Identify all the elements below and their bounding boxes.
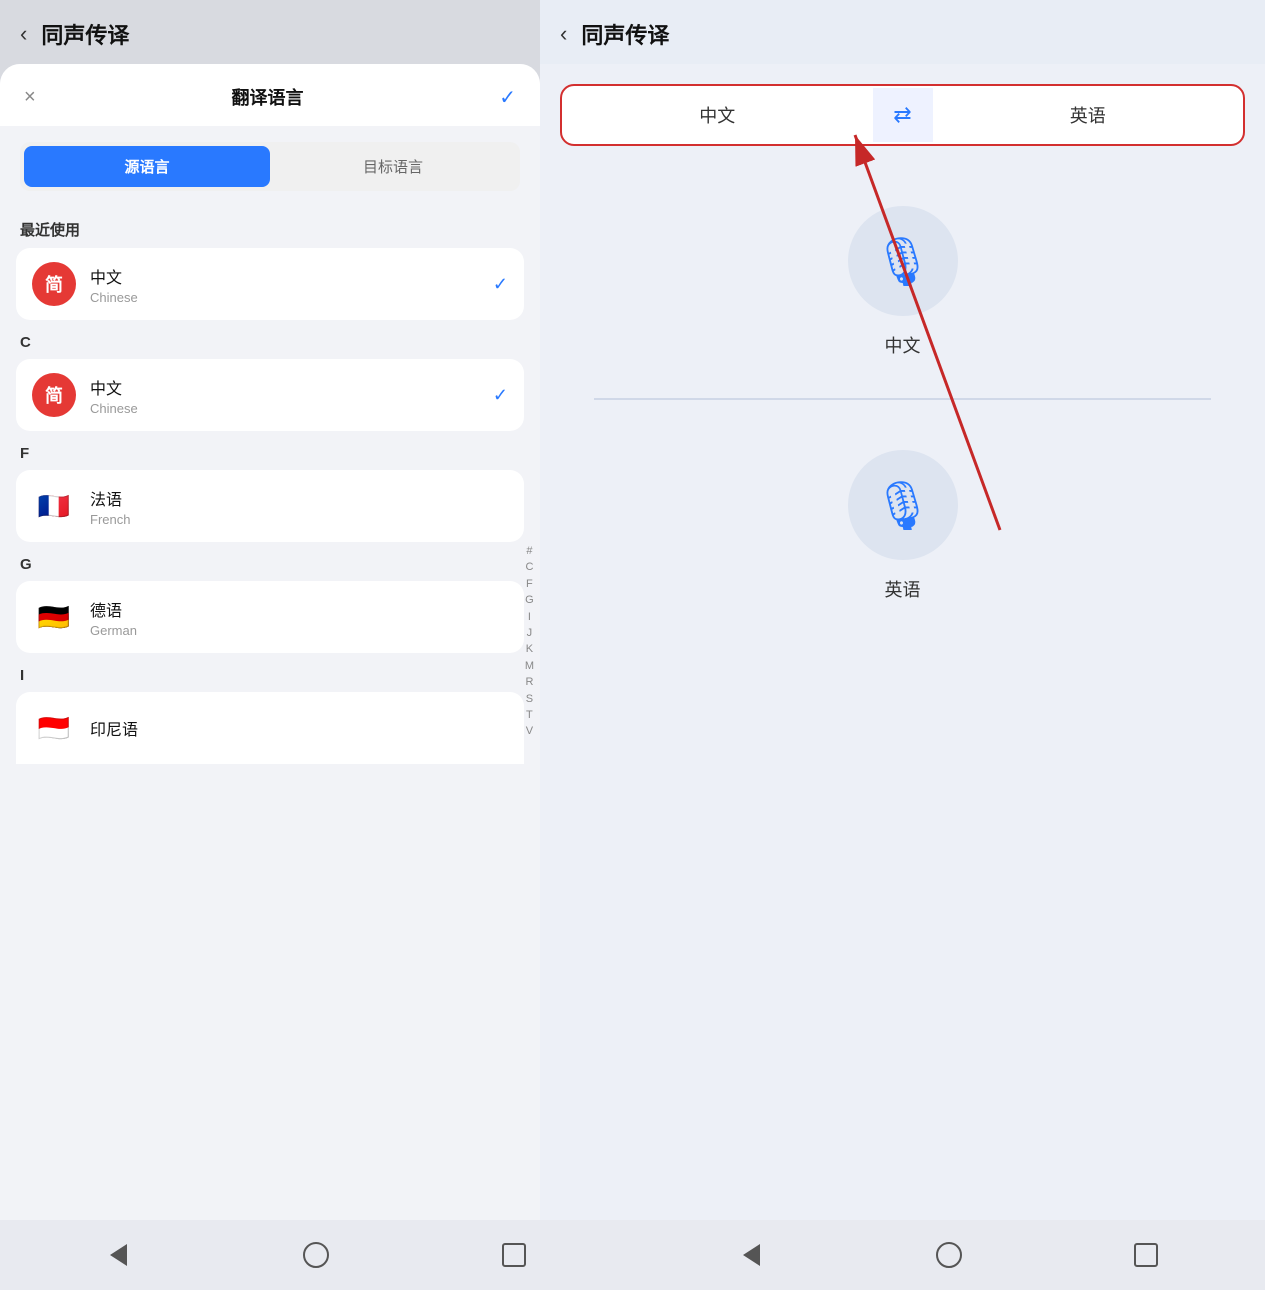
section-f: F — [0, 433, 540, 470]
left-back-icon[interactable]: ‹ — [20, 21, 27, 47]
left-nav — [0, 1220, 633, 1290]
swap-button[interactable]: ⇄ — [873, 88, 933, 142]
check-icon: ✓ — [493, 274, 508, 295]
target-mic-label: 英语 — [885, 576, 921, 602]
source-mic-label: 中文 — [885, 332, 921, 358]
section-i-list: 🇮🇩 印尼语 — [0, 692, 540, 766]
divider — [594, 398, 1211, 400]
g-lang-name: 德语 — [90, 597, 508, 621]
right-back-icon[interactable]: ‹ — [560, 21, 567, 47]
section-c-list: 简 中文 Chinese ✓ — [0, 359, 540, 433]
lang-sub: Chinese — [90, 290, 493, 305]
right-header-title: 同声传译 — [581, 18, 669, 50]
target-mic-section: 🎙 英语 — [560, 430, 1245, 602]
g-item-german[interactable]: 🇩🇪 德语 German — [16, 581, 524, 653]
right-nav-square[interactable] — [1126, 1235, 1166, 1275]
tab-target[interactable]: 目标语言 — [270, 146, 516, 187]
g-lang-sub: German — [90, 623, 508, 638]
right-nav-home[interactable] — [929, 1235, 969, 1275]
f-item-french[interactable]: 🇫🇷 法语 French — [16, 470, 524, 542]
c-lang-name: 中文 — [90, 375, 493, 399]
german-flag-icon: 🇩🇪 — [32, 595, 76, 639]
right-nav — [633, 1220, 1265, 1290]
swap-icon: ⇄ — [893, 102, 911, 128]
dialog-title: 翻译语言 — [231, 84, 303, 110]
left-header-title: 同声传译 — [41, 18, 129, 50]
section-g: G — [0, 544, 540, 581]
tab-switcher: 源语言 目标语言 — [20, 142, 520, 191]
tab-source[interactable]: 源语言 — [24, 146, 270, 187]
section-f-list: 🇫🇷 法语 French — [0, 470, 540, 544]
right-nav-back[interactable] — [731, 1235, 771, 1275]
f-lang-name: 法语 — [90, 486, 508, 510]
chinese-icon: 简 — [32, 262, 76, 306]
i-lang-name: 印尼语 — [90, 716, 508, 740]
close-button[interactable]: × — [24, 86, 36, 109]
recent-item-chinese[interactable]: 简 中文 Chinese ✓ — [16, 248, 524, 320]
c-check-icon: ✓ — [493, 385, 508, 406]
confirm-button[interactable]: ✓ — [499, 85, 516, 110]
section-i: I — [0, 655, 540, 692]
indonesian-flag-icon: 🇮🇩 — [32, 706, 76, 750]
f-lang-sub: French — [90, 512, 508, 527]
left-nav-home[interactable] — [296, 1235, 336, 1275]
c-item-chinese[interactable]: 简 中文 Chinese ✓ — [16, 359, 524, 431]
target-lang-selector[interactable]: 英语 — [933, 86, 1244, 144]
source-mic-button[interactable]: 🎙 — [848, 206, 958, 316]
i-item-indonesian[interactable]: 🇮🇩 印尼语 — [16, 692, 524, 764]
recent-list: 简 中文 Chinese ✓ — [0, 248, 540, 322]
alphabet-index: # C F G I J K M R S T V — [525, 544, 534, 740]
section-recent: 最近使用 — [0, 207, 540, 248]
french-flag-icon: 🇫🇷 — [32, 484, 76, 528]
c-lang-sub: Chinese — [90, 401, 493, 416]
left-nav-square[interactable] — [494, 1235, 534, 1275]
lang-name: 中文 — [90, 264, 493, 288]
lang-selector-bar: 中文 ⇄ 英语 — [560, 84, 1245, 146]
section-c: C — [0, 322, 540, 359]
target-mic-icon: 🎙 — [872, 477, 933, 534]
target-mic-button[interactable]: 🎙 — [848, 450, 958, 560]
left-nav-back[interactable] — [99, 1235, 139, 1275]
chinese-c-icon: 简 — [32, 373, 76, 417]
bottom-nav — [0, 1220, 1265, 1290]
source-mic-icon: 🎙 — [872, 233, 933, 290]
source-mic-section: 🎙 中文 — [560, 206, 1245, 358]
source-lang-selector[interactable]: 中文 — [562, 86, 873, 144]
section-g-list: 🇩🇪 德语 German — [0, 581, 540, 655]
